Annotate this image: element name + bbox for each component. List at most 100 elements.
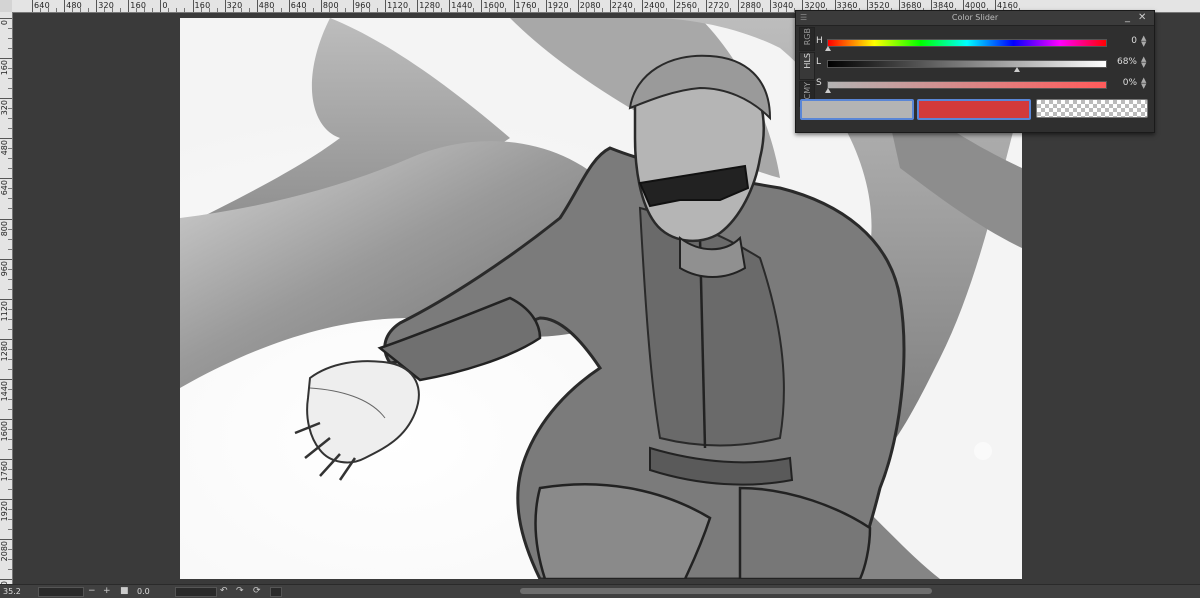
reset-rotation-icon[interactable]: ⟳ [253,585,261,597]
ruler-top-minor-tick [425,8,427,12]
slider-saturation-label: S [816,78,822,88]
ruler-left-minor-tick [8,198,12,200]
ruler-top-minor-tick [136,8,138,12]
ruler-left-tick [0,298,12,300]
ruler-top-minor-tick [473,8,475,12]
ruler-left-tick [0,258,12,260]
close-icon[interactable]: ✕ [1138,11,1146,25]
zoom-value[interactable]: 35.2 [3,586,21,597]
ruler-top-minor-tick [730,8,732,12]
ruler-left-minor-tick [8,208,12,210]
ruler-top-minor-tick [296,8,298,12]
ruler-top-minor-tick [778,8,780,12]
ruler-left-minor-tick [8,368,12,370]
main-color-swatch[interactable] [800,99,914,120]
ruler-top-label: 2240 [611,1,633,10]
ruler-top-label: 0 [162,1,168,10]
ruler-top-minor-tick [336,8,338,12]
rotate-left-icon[interactable]: ↶ [220,585,228,597]
ruler-top-minor-tick [698,8,700,12]
slider-lightness[interactable]: L 68% ▲ ▼ [814,53,1152,73]
ruler-top-minor-tick [40,8,42,12]
ruler-left: 0 160 320 480 640 800 960 1120 1280 1440 1600 1760 1… [0,12,13,584]
slider-saturation[interactable]: S 0% ▲ ▼ [814,74,1152,94]
lightness-track[interactable] [827,60,1107,68]
lightness-handle[interactable] [1014,67,1020,72]
zoom-slider[interactable] [38,587,84,597]
tab-rgb[interactable]: RGB [799,27,815,51]
ruler-left-minor-tick [8,509,12,511]
ruler-top-minor-tick [272,8,274,12]
ruler-left-minor-tick [8,398,12,400]
hue-track[interactable] [827,39,1107,47]
ruler-left-minor-tick [8,278,12,280]
ruler-top-minor-tick [361,8,363,12]
ruler-top-minor-tick [312,8,314,12]
ruler-top-minor-tick [569,8,571,12]
ruler-top-minor-tick [665,8,667,12]
ruler-left-minor-tick [8,549,12,551]
slider-hue[interactable]: H 0 ▲ ▼ [814,32,1152,52]
ruler-top-minor-tick [240,8,242,12]
ruler-left-minor-tick [8,348,12,350]
lightness-spinner-icon[interactable]: ▲ ▼ [1141,56,1146,69]
transparent-color-swatch[interactable] [1036,99,1148,118]
ruler-top-minor-tick [633,8,635,12]
ruler-top-minor-tick [529,8,531,12]
hue-handle[interactable] [825,46,831,51]
ruler-top-minor-tick [465,8,467,12]
ruler-left-minor-tick [8,439,12,441]
rotation-value[interactable]: 0.0 [137,586,150,597]
hue-value[interactable]: 0 [1107,36,1137,46]
ruler-top-minor-tick [80,8,82,12]
ruler-top-minor-tick [393,8,395,12]
sub-color-swatch[interactable] [917,99,1031,120]
palette-titlebar[interactable]: ☰ Color Slider _ ✕ [796,11,1154,26]
saturation-handle[interactable] [825,88,831,93]
ruler-top-minor-tick [377,8,379,12]
saturation-value[interactable]: 0% [1107,78,1137,88]
ruler-top-minor-tick [401,8,403,12]
ruler-top-minor-tick [248,8,250,12]
zoom-in-button[interactable]: + [103,585,111,597]
ruler-left-minor-tick [8,469,12,471]
saturation-spinner-icon[interactable]: ▲ ▼ [1141,77,1146,90]
ruler-left-minor-tick [8,288,12,290]
ruler-top-minor-tick [264,8,266,12]
rotate-right-icon[interactable]: ↷ [236,585,244,597]
ruler-left-minor-tick [8,569,12,571]
lightness-value[interactable]: 68% [1107,57,1137,67]
ruler-top-label: 2880 [740,1,762,10]
ruler-top-minor-tick [601,8,603,12]
ruler-top-minor-tick [208,8,210,12]
zoom-out-button[interactable]: − [88,585,96,597]
tab-hls[interactable]: HLS [799,52,815,80]
ruler-top-minor-tick [200,8,202,12]
ruler-top-minor-tick [457,8,459,12]
ruler-top-minor-tick [593,8,595,12]
ruler-top-label: 2400 [643,1,666,10]
ruler-top-label: 1760 [515,1,537,10]
color-slider-palette[interactable]: ☰ Color Slider _ ✕ RGB HLS CMY H 0 ▲ ▼ L … [795,10,1155,133]
ruler-top-minor-tick [505,8,507,12]
ruler-left-minor-tick [8,519,12,521]
minimize-icon[interactable]: _ [1125,11,1130,25]
ruler-left-minor-tick [8,188,12,190]
ruler-left-minor-tick [8,328,12,330]
ruler-top-minor-tick [617,8,619,12]
horizontal-scrollbar[interactable] [520,588,932,594]
ruler-top-minor-tick [746,8,748,12]
ruler-left-tick [0,218,12,220]
saturation-track[interactable] [827,81,1107,89]
ruler-left-tick [0,18,12,19]
rotation-slider[interactable] [175,587,217,597]
hue-spinner-icon[interactable]: ▲ ▼ [1141,35,1146,48]
ruler-top-minor-tick [537,8,539,12]
flip-toggle[interactable] [270,587,282,597]
ruler-left-minor-tick [8,308,12,310]
ruler-left-tick [0,378,12,380]
ruler-left-tick [0,338,12,340]
ruler-top-minor-tick [216,8,218,12]
ruler-left-minor-tick [8,388,12,390]
fit-icon[interactable]: ■ [120,585,129,597]
